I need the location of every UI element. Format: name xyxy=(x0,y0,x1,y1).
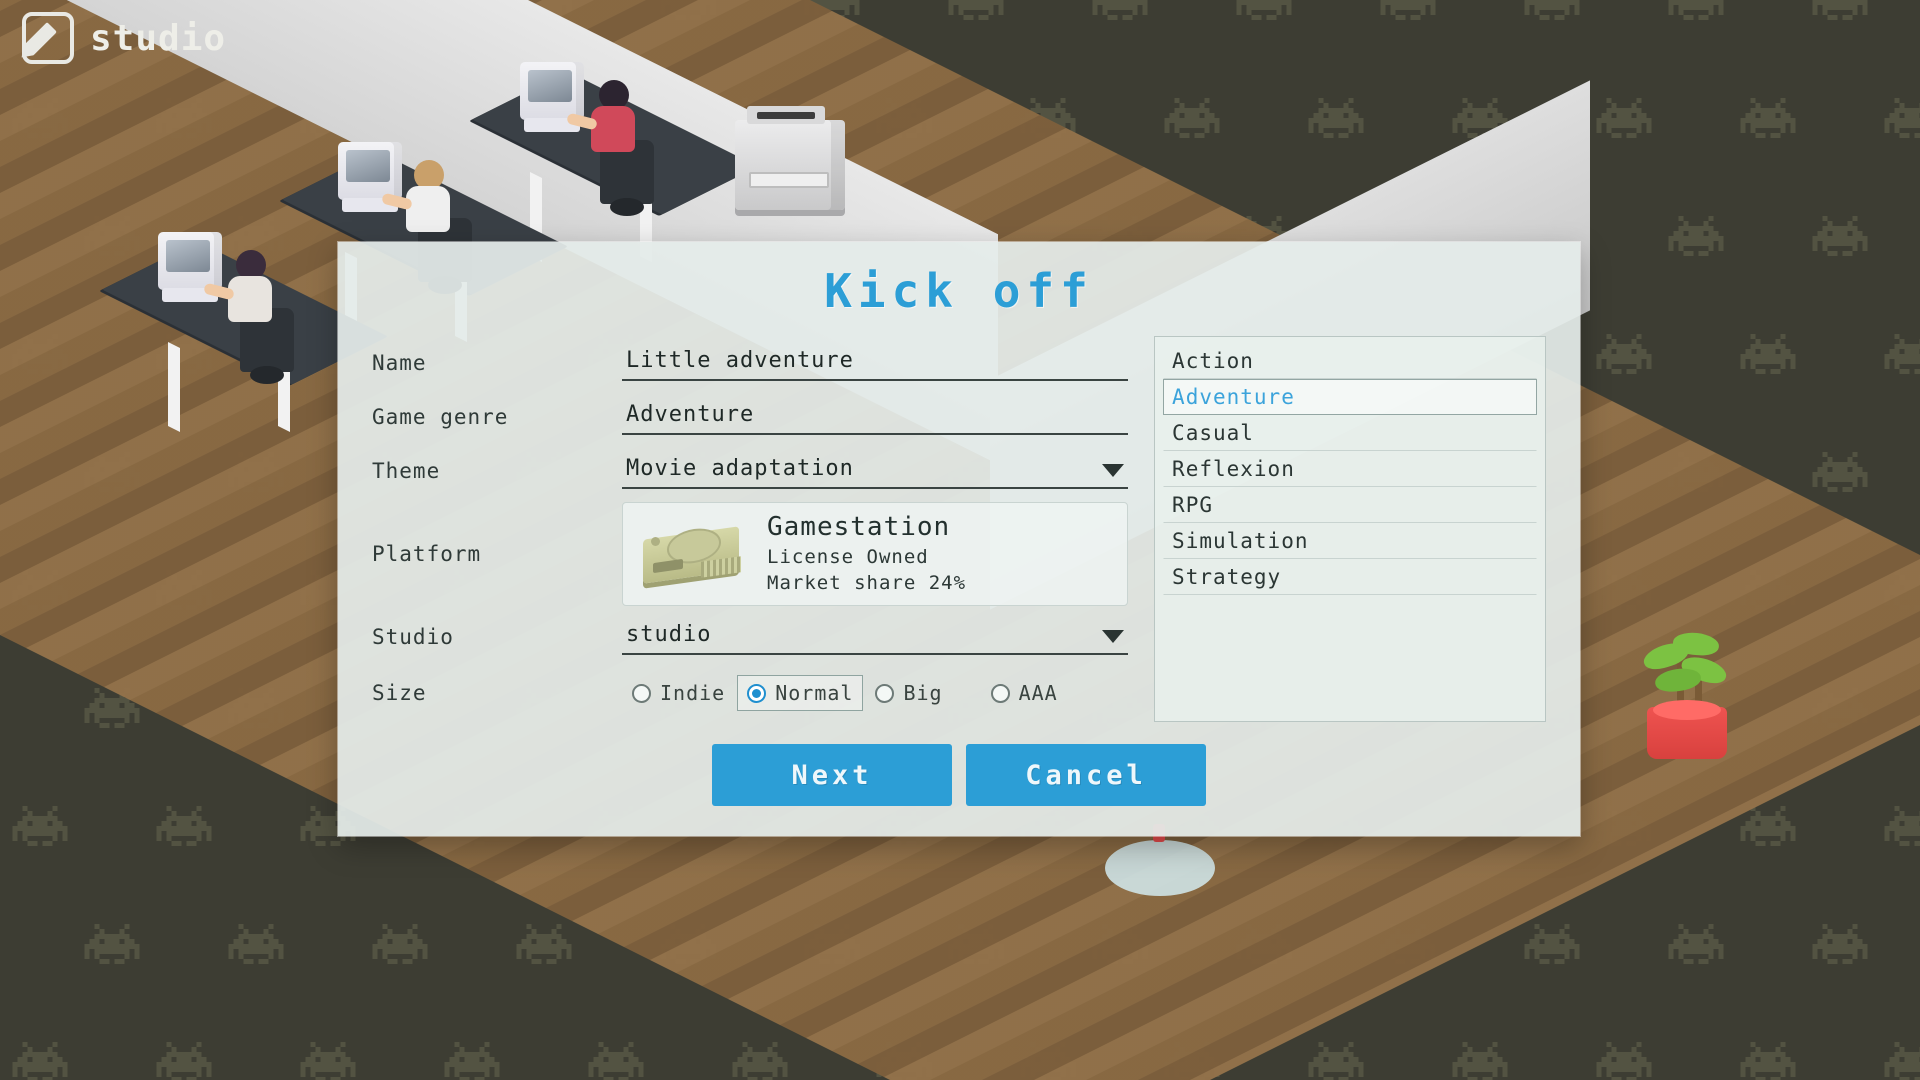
genre-list-item-label: Casual xyxy=(1172,421,1254,445)
desk-leg xyxy=(168,342,180,432)
platform-card[interactable]: Gamestation License Owned Market share 2… xyxy=(622,502,1129,606)
next-button[interactable]: Next xyxy=(712,744,952,806)
size-radio-aaa[interactable]: AAA xyxy=(981,675,1068,711)
genre-list-item-label: Simulation xyxy=(1172,529,1309,553)
cancel-button[interactable]: Cancel xyxy=(966,744,1206,806)
pencil-square-icon xyxy=(22,12,74,64)
kick-off-form: Name Little adventure Game genre Adventu… xyxy=(372,336,1129,722)
genre-list-item-label: Strategy xyxy=(1172,565,1282,589)
size-label: Size xyxy=(372,681,427,705)
dialog-title: Kick off xyxy=(824,264,1094,318)
platform-license: License Owned xyxy=(767,545,929,568)
game-genre-input[interactable]: Adventure xyxy=(622,400,1129,435)
size-radio-big[interactable]: Big xyxy=(865,675,952,711)
app-logo[interactable]: studio xyxy=(22,12,226,64)
genre-list-item[interactable]: Reflexion xyxy=(1163,451,1537,487)
size-radio-normal[interactable]: Normal xyxy=(737,675,864,711)
name-input[interactable]: Little adventure xyxy=(622,346,1129,381)
game-genre-label: Game genre xyxy=(372,405,509,429)
field-row-size: Size Indie Normal Big AAA xyxy=(372,664,1128,722)
genre-list-item[interactable]: Action xyxy=(1163,343,1537,379)
radio-dot-icon xyxy=(875,683,895,703)
field-row-name: Name Little adventure xyxy=(372,336,1129,390)
genre-list-item[interactable]: RPG xyxy=(1163,487,1537,523)
size-radio-label: AAA xyxy=(1018,681,1058,705)
radio-dot-icon xyxy=(632,683,651,703)
genre-list-item[interactable]: Strategy xyxy=(1163,559,1537,595)
size-radio-label: Big xyxy=(903,681,943,705)
size-radio-label: Normal xyxy=(775,681,854,705)
studio-value: studio xyxy=(626,621,712,647)
studio-label: Studio xyxy=(372,625,454,649)
size-radio-group: Indie Normal Big AAA xyxy=(622,675,1128,711)
dialog-actions: Next Cancel xyxy=(338,744,1580,806)
genre-list-item[interactable]: Adventure xyxy=(1163,379,1537,415)
name-value: Little adventure xyxy=(626,347,854,373)
genre-listbox[interactable]: Action Adventure Casual Reflexion RPG Simulat… xyxy=(1154,336,1546,722)
field-row-studio: Studio studio xyxy=(372,610,1129,664)
radio-dot-icon xyxy=(990,683,1010,703)
app-logo-label: studio xyxy=(90,17,227,59)
genre-list-item-label: Reflexion xyxy=(1172,457,1295,481)
platform-label: Platform xyxy=(372,542,482,566)
genre-list-item[interactable]: Casual xyxy=(1163,415,1537,451)
chevron-down-icon xyxy=(1102,463,1125,477)
theme-dropdown[interactable]: Movie adaptation xyxy=(622,454,1129,489)
game-console-icon xyxy=(639,521,749,587)
radio-dot-icon xyxy=(747,683,767,703)
theme-label: Theme xyxy=(372,459,441,483)
platform-name: Gamestation xyxy=(767,511,951,542)
size-radio-indie[interactable]: Indie xyxy=(622,675,735,711)
platform-market-share: Market share 24% xyxy=(767,571,967,594)
field-row-platform: Platform Gamestation License Owned Marke… xyxy=(372,498,1129,610)
field-row-theme: Theme Movie adaptation xyxy=(372,444,1129,498)
chevron-down-icon xyxy=(1102,629,1125,643)
genre-list-item-label: RPG xyxy=(1172,493,1213,517)
coffee-table-icon xyxy=(1105,824,1215,896)
name-label: Name xyxy=(372,351,427,375)
genre-list-item[interactable]: Simulation xyxy=(1163,523,1537,559)
printer-icon xyxy=(735,106,845,210)
field-row-game-genre: Game genre Adventure xyxy=(372,390,1129,444)
genre-list-item-label: Action xyxy=(1172,349,1254,373)
kick-off-dialog: Kick off Name Little adventure Game genr… xyxy=(338,242,1580,836)
potted-plant-icon xyxy=(1625,615,1745,765)
crt-computer-icon xyxy=(338,142,402,212)
crt-computer-icon xyxy=(158,232,222,302)
genre-list-item-label: Adventure xyxy=(1172,385,1295,409)
size-radio-label: Indie xyxy=(660,681,726,705)
theme-value: Movie adaptation xyxy=(626,455,854,481)
game-genre-value: Adventure xyxy=(626,401,755,427)
studio-dropdown[interactable]: studio xyxy=(622,620,1129,655)
crt-computer-icon xyxy=(520,62,584,132)
